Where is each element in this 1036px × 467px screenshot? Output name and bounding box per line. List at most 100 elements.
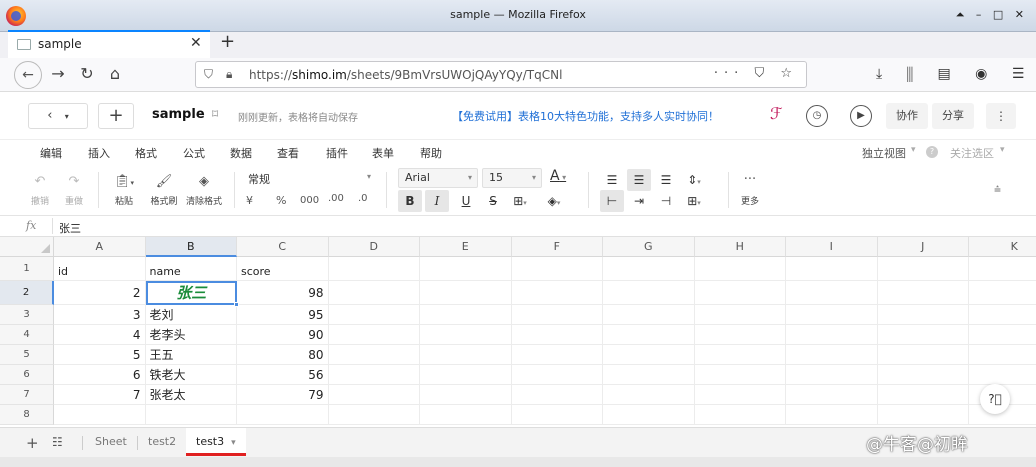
- cell-h7[interactable]: [694, 385, 786, 405]
- share-button[interactable]: 分享: [932, 103, 974, 129]
- cell-i2[interactable]: [786, 281, 878, 305]
- cell-b7[interactable]: 张老太: [145, 385, 237, 405]
- cell-i8[interactable]: [786, 405, 878, 425]
- cell-c4[interactable]: 90: [237, 325, 329, 345]
- menu-format[interactable]: 格式: [135, 145, 157, 161]
- cell-j3[interactable]: [877, 305, 969, 325]
- cell-b5[interactable]: 王五: [145, 345, 237, 365]
- cell-b8[interactable]: [145, 405, 237, 425]
- row-header-3[interactable]: 3: [0, 305, 54, 325]
- window-minimize-button[interactable]: –: [976, 8, 986, 21]
- cell-h3[interactable]: [694, 305, 786, 325]
- clear-format-label[interactable]: 清除格式: [184, 194, 224, 207]
- chevron-down-icon[interactable]: ▾: [231, 438, 236, 448]
- cell-i3[interactable]: [786, 305, 878, 325]
- decrease-decimal-button[interactable]: .0: [358, 193, 368, 204]
- align-left-icon[interactable]: ☰: [600, 169, 624, 191]
- cell-g4[interactable]: [603, 325, 695, 345]
- paste-icon[interactable]: 📋︎▾: [112, 174, 136, 189]
- browser-tab[interactable]: sample ✕: [8, 30, 210, 58]
- cell-e2[interactable]: [420, 281, 512, 305]
- cell-a6[interactable]: 6: [54, 365, 146, 385]
- cell-e7[interactable]: [420, 385, 512, 405]
- undo-icon[interactable]: ↶: [30, 174, 50, 189]
- cell-c1[interactable]: score: [237, 257, 329, 281]
- forward-arrow-icon[interactable]: →: [47, 63, 69, 85]
- cell-c8[interactable]: [237, 405, 329, 425]
- cell-k2[interactable]: [969, 281, 1036, 305]
- cell-a2[interactable]: 2: [54, 281, 146, 305]
- cell-h4[interactable]: [694, 325, 786, 345]
- collapse-toolbar-icon[interactable]: ⩮: [994, 182, 1001, 197]
- underline-button[interactable]: U: [454, 190, 478, 212]
- quill-icon[interactable]: ℱ: [770, 104, 783, 123]
- url-actions-icons[interactable]: ··· ⛉ ☆: [714, 66, 798, 81]
- menu-form[interactable]: 表单: [372, 145, 394, 161]
- new-tab-button[interactable]: +: [220, 31, 235, 52]
- formula-input[interactable]: 张三: [59, 220, 81, 236]
- column-header-e[interactable]: E: [420, 237, 512, 257]
- column-header-h[interactable]: H: [694, 237, 786, 257]
- menu-view[interactable]: 查看: [277, 145, 299, 161]
- cell-d4[interactable]: [328, 325, 420, 345]
- column-header-g[interactable]: G: [603, 237, 695, 257]
- menu-plugins[interactable]: 插件: [326, 145, 348, 161]
- strikethrough-button[interactable]: S: [481, 190, 505, 212]
- doc-title[interactable]: sample: [152, 107, 205, 122]
- cell-b1[interactable]: name: [145, 257, 237, 281]
- column-header-d[interactable]: D: [328, 237, 420, 257]
- column-header-b[interactable]: B: [145, 237, 237, 257]
- cell-i5[interactable]: [786, 345, 878, 365]
- cell-j2[interactable]: [877, 281, 969, 305]
- font-size-select[interactable]: 15 ▾: [482, 168, 542, 188]
- row-header-1[interactable]: 1: [0, 257, 54, 281]
- cell-i4[interactable]: [786, 325, 878, 345]
- tab-close-icon[interactable]: ✕: [190, 35, 202, 51]
- cell-a4[interactable]: 4: [54, 325, 146, 345]
- cell-c5[interactable]: 80: [237, 345, 329, 365]
- cell-h2[interactable]: [694, 281, 786, 305]
- number-format-select[interactable]: 常规: [248, 171, 270, 187]
- cell-j5[interactable]: [877, 345, 969, 365]
- menu-formula[interactable]: 公式: [183, 145, 205, 161]
- cell-g1[interactable]: [603, 257, 695, 281]
- eraser-icon[interactable]: ◈: [194, 174, 214, 189]
- cell-f1[interactable]: [511, 257, 603, 281]
- paste-label[interactable]: 粘贴: [112, 194, 136, 207]
- chevron-down-icon[interactable]: ▾: [911, 145, 916, 155]
- cell-b4[interactable]: 老李头: [145, 325, 237, 345]
- border-icon[interactable]: ⊞▾: [508, 190, 532, 212]
- row-header-6[interactable]: 6: [0, 365, 54, 385]
- chevron-down-icon[interactable]: ▾: [367, 172, 371, 181]
- column-header-f[interactable]: F: [511, 237, 603, 257]
- cell-a5[interactable]: 5: [54, 345, 146, 365]
- bookmark-icon[interactable]: ⌑: [212, 107, 218, 121]
- cell-k4[interactable]: [969, 325, 1036, 345]
- window-controls[interactable]: ⏶ – □ ✕: [956, 8, 1028, 22]
- spreadsheet-grid[interactable]: ABCDEFGHIJK 12345678 id name score 2 张三 98 3 老刘…: [0, 237, 1036, 427]
- cell-d2[interactable]: [328, 281, 420, 305]
- row-header-4[interactable]: 4: [0, 325, 54, 345]
- cell-j4[interactable]: [877, 325, 969, 345]
- cell-g8[interactable]: [603, 405, 695, 425]
- redo-icon[interactable]: ↷: [64, 174, 84, 189]
- vertical-align-icon[interactable]: ⇕▾: [682, 169, 706, 191]
- cell-d6[interactable]: [328, 365, 420, 385]
- increase-decimal-button[interactable]: .00: [328, 193, 344, 204]
- cell-j6[interactable]: [877, 365, 969, 385]
- cell-h5[interactable]: [694, 345, 786, 365]
- cell-h6[interactable]: [694, 365, 786, 385]
- column-header-c[interactable]: C: [237, 237, 329, 257]
- back-arrow-icon[interactable]: ←: [14, 61, 42, 89]
- cell-c3[interactable]: 95: [237, 305, 329, 325]
- cell-i7[interactable]: [786, 385, 878, 405]
- play-icon[interactable]: ▶: [850, 105, 872, 127]
- sheet-tab-test2[interactable]: test2: [148, 435, 176, 448]
- cell-g3[interactable]: [603, 305, 695, 325]
- help-circle-icon[interactable]: ?: [926, 146, 938, 158]
- cell-a8[interactable]: [54, 405, 146, 425]
- sheet-tab-test3[interactable]: test3 ▾: [186, 428, 246, 456]
- row-header-8[interactable]: 8: [0, 405, 54, 425]
- currency-button[interactable]: ¥: [246, 194, 253, 207]
- sheet-list-icon[interactable]: ☷: [52, 435, 63, 449]
